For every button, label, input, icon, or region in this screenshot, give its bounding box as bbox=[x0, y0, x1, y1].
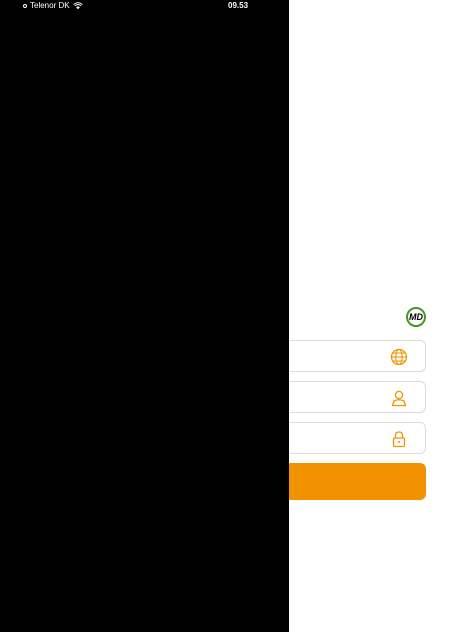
lock-icon bbox=[392, 431, 406, 448]
user-icon bbox=[391, 390, 407, 407]
globe-icon bbox=[390, 348, 408, 366]
username-input[interactable] bbox=[273, 382, 387, 414]
password-input[interactable] bbox=[273, 423, 387, 455]
status-time: 09.53 bbox=[228, 1, 249, 10]
server-input[interactable] bbox=[273, 341, 387, 373]
signal-dot bbox=[18, 3, 22, 8]
signal-dot-empty bbox=[23, 3, 27, 8]
signal-dot bbox=[13, 3, 17, 8]
app-logo: MD bbox=[406, 307, 426, 327]
status-left: Telenor DK bbox=[3, 1, 83, 10]
wifi-icon bbox=[72, 1, 83, 9]
status-bar: Telenor DK 09.53 bbox=[0, 0, 474, 13]
signal-dot bbox=[3, 3, 7, 8]
signal-strength-icon bbox=[3, 3, 27, 8]
side-drawer bbox=[0, 0, 289, 632]
carrier-name: Telenor DK bbox=[30, 1, 70, 10]
signal-dot bbox=[8, 3, 12, 8]
